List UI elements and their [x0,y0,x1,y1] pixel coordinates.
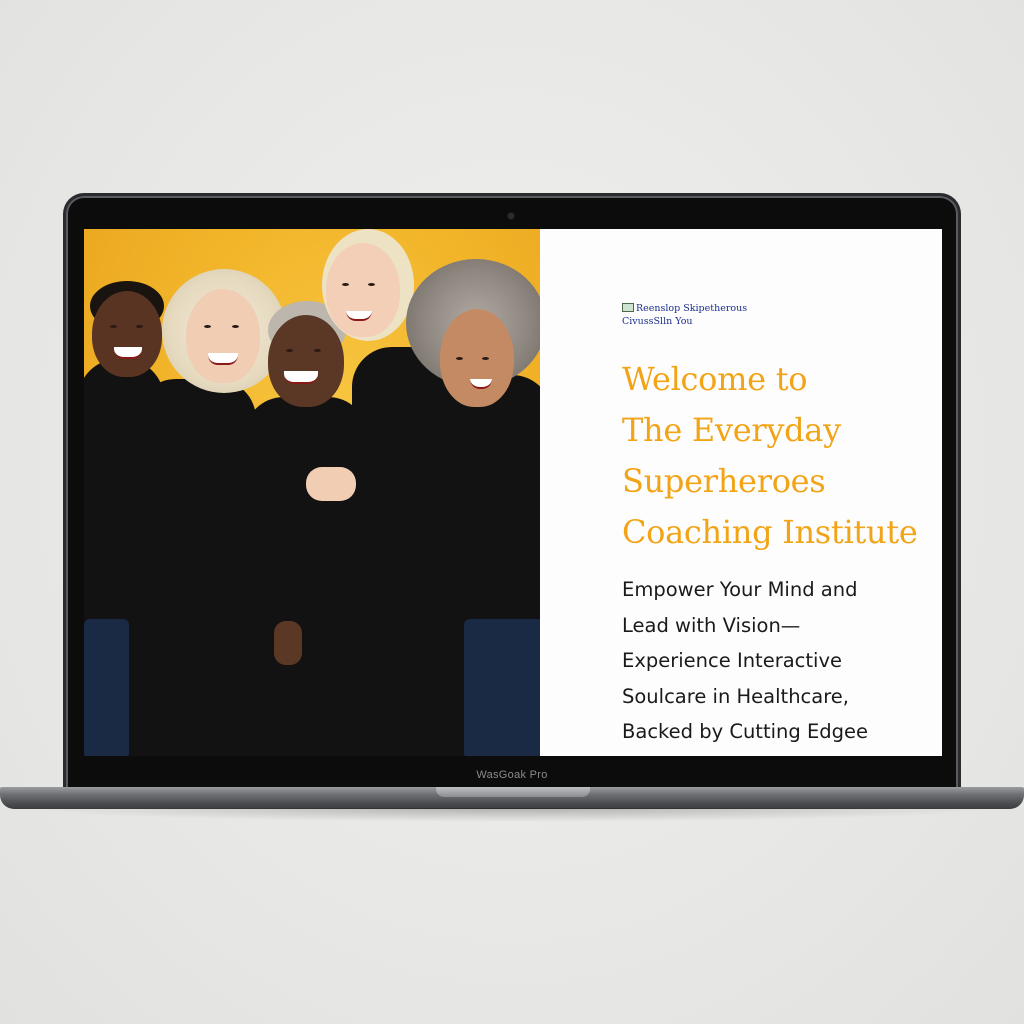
headline-line: The Everyday [622,411,841,449]
subtext-line: Empower Your Mind and [622,578,858,601]
webcam-icon [508,213,514,219]
scene: Reenslop Skipetherous CivussSlln You Wel… [0,0,1024,1024]
subtext-line: Experience Interactive [622,649,842,672]
page-title: Welcome to The Everyday Superheroes Coac… [622,354,940,558]
subtext-line: Lead with Vision— [622,613,801,637]
hero-photo [84,229,540,756]
logo-line-2: CivussSlln You [622,316,693,327]
base-shadow [20,808,1004,822]
headline-line: Superheroes [622,462,826,500]
subtext-line: Soulcare in Healthcare, [622,684,850,708]
device-model-label: WasGoak Pro [476,769,548,781]
hero-subtext: Empower Your Mind and Lead with Vision— … [622,572,938,750]
brand-logo[interactable]: Reenslop Skipetherous CivussSlln You [622,302,747,328]
hand [306,467,356,501]
headline-line: Coaching Institute [622,513,918,551]
logo-line-1: Reenslop Skipetherous [636,303,748,314]
logo-icon [622,303,634,312]
subtext-line: Backed by Cutting Edgee [622,720,869,743]
hero-content: Reenslop Skipetherous CivussSlln You Wel… [540,229,942,756]
headline-line: Welcome to [622,360,808,398]
lid-opening-notch [436,787,590,797]
hand [274,621,302,665]
laptop-screen: Reenslop Skipetherous CivussSlln You Wel… [84,229,942,756]
